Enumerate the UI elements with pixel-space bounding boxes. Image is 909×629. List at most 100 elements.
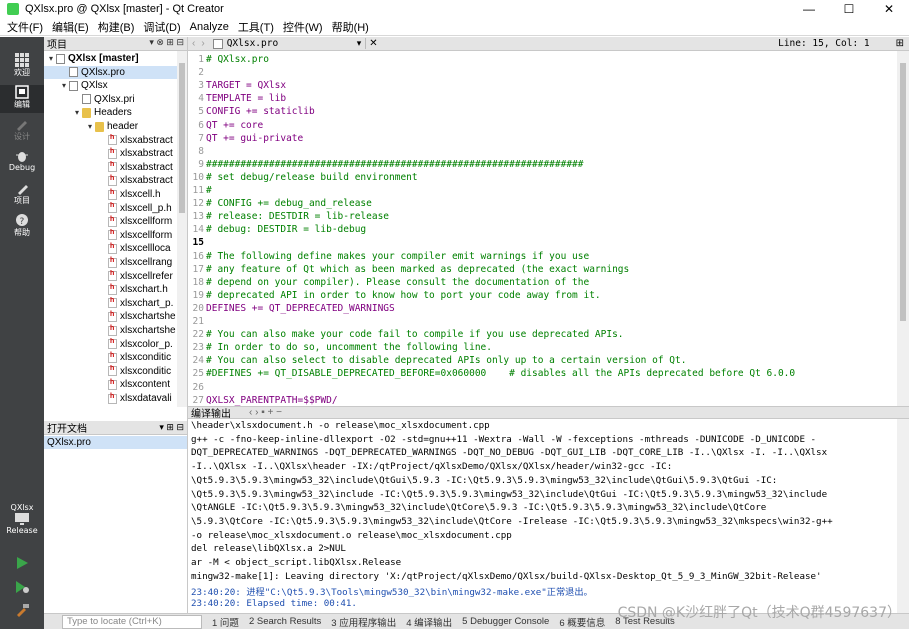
tree-item[interactable]: ▾ QXlsx	[44, 79, 177, 92]
expand-arrow-icon[interactable]: ▾	[59, 81, 69, 90]
tree-item[interactable]: xlsxchartshe	[44, 324, 177, 337]
tree-item-label: xlsxchartshe	[120, 325, 176, 336]
current-file[interactable]: QXlsx.pro	[227, 38, 357, 49]
mode-debug[interactable]: Debug	[0, 149, 44, 177]
tab-application-output[interactable]: 3 应用程序输出	[331, 615, 396, 629]
tree-item[interactable]: xlsxchart.h	[44, 283, 177, 296]
tree-item[interactable]: xlsxabstract	[44, 134, 177, 147]
nav-back-icon[interactable]: ‹	[192, 38, 195, 49]
menu-file[interactable]: 文件(F)	[7, 19, 43, 35]
header-file-icon	[108, 311, 117, 322]
menu-build[interactable]: 构建(B)	[98, 19, 135, 35]
expand-arrow-icon[interactable]: ▾	[85, 122, 95, 131]
panel-controls[interactable]: ▾ ⊗ ⊞ ⊟	[149, 37, 184, 48]
menu-edit[interactable]: 编辑(E)	[52, 19, 89, 35]
header-file-icon	[108, 189, 117, 200]
menu-debug[interactable]: 调试(D)	[143, 19, 180, 35]
line-number: 17	[192, 263, 204, 275]
tree-item[interactable]: xlsxcellform	[44, 215, 177, 228]
output-pane-controls[interactable]: ‹ › ▪ + −	[249, 407, 282, 418]
tree-item[interactable]: xlsxabstract	[44, 161, 177, 174]
menu-help[interactable]: 帮助(H)	[332, 19, 369, 35]
tree-item[interactable]: xlsxcellform	[44, 229, 177, 242]
open-docs-controls[interactable]: ▾ ⊞ ⊟	[159, 422, 184, 433]
tree-item[interactable]: xlsxabstract	[44, 174, 177, 187]
code-line: QT += gui-private	[206, 132, 304, 144]
tree-item[interactable]: ▾ Headers	[44, 106, 177, 119]
tab-compile-output[interactable]: 4 编译输出	[406, 615, 452, 629]
tree-item[interactable]: xlsxcellrang	[44, 256, 177, 269]
line-number: 4	[198, 93, 204, 105]
split-icon[interactable]: ⊞	[896, 38, 904, 49]
code-editor[interactable]: 1 # QXlsx.pro 2 3 TARGET = QXlsx 4 TEMPLATE = …	[188, 51, 897, 406]
output-pane-header: 编译输出 ‹ › ▪ + −	[188, 406, 909, 420]
compile-output[interactable]: \header\xlsxdocument.h -o release\moc_xl…	[188, 419, 897, 613]
tab-search-results[interactable]: 2 Search Results	[249, 616, 321, 627]
tree-item[interactable]: ▾ QXlsx [master]	[44, 52, 177, 65]
code-line: # QXlsx.pro	[206, 54, 269, 65]
line-number: 7	[198, 132, 204, 144]
tree-item[interactable]: xlsxcell.h	[44, 188, 177, 201]
run-button[interactable]	[0, 557, 44, 577]
header-file-icon	[108, 365, 117, 377]
monitor-icon	[15, 513, 29, 525]
tree-item[interactable]: xlsxcontent	[44, 378, 177, 391]
mode-design[interactable]: 设计	[0, 117, 44, 145]
output-line: DQT_DEPRECATED_WARNINGS -DQT_DEPRECATED_…	[191, 447, 828, 459]
tree-item[interactable]: xlsxconditic	[44, 365, 177, 378]
file-dropdown-icon[interactable]: ▾	[357, 38, 362, 49]
tree-item[interactable]: xlsxcellrefer	[44, 270, 177, 283]
tree-item[interactable]: ▾ header	[44, 120, 177, 133]
tree-item[interactable]: QXlsx.pro	[44, 65, 177, 79]
kit-project-label: QXlsx	[10, 503, 34, 512]
tree-item[interactable]: xlsxconditic	[44, 351, 177, 364]
tab-debugger-console[interactable]: 5 Debugger Console	[462, 616, 549, 627]
line-number: 20	[192, 302, 204, 314]
build-button[interactable]	[0, 603, 44, 623]
menu-tools[interactable]: 工具(T)	[238, 19, 274, 35]
line-number: 12	[192, 198, 204, 210]
minimize-button[interactable]: —	[789, 0, 829, 18]
editor-scrollbar[interactable]	[897, 51, 909, 406]
tree-item[interactable]: xlsxdatavali	[44, 392, 177, 405]
tree-item-label: xlsxcellrang	[120, 257, 173, 268]
mode-projects[interactable]: 项目	[0, 181, 44, 209]
close-button[interactable]: ✕	[869, 0, 909, 18]
menu-analyze[interactable]: Analyze	[190, 21, 229, 33]
tree-item[interactable]: xlsxcolor_p.	[44, 338, 177, 351]
tree-scrollbar[interactable]	[177, 51, 187, 407]
nav-forward-icon[interactable]: ›	[201, 38, 204, 49]
close-file-icon[interactable]: ✕	[365, 38, 378, 49]
menu-window[interactable]: 控件(W)	[283, 19, 323, 35]
tree-item-label: Headers	[94, 107, 132, 119]
mode-welcome[interactable]: 欢迎	[0, 53, 44, 81]
debug-run-button[interactable]	[0, 581, 44, 601]
mode-edit[interactable]: 编辑	[0, 85, 44, 113]
file-icon	[212, 38, 223, 49]
grid-icon	[15, 53, 29, 67]
code-line: TARGET = QXlsx	[206, 80, 287, 92]
output-line: 23:40:20: 进程"C:\Qt5.9.3\Tools\mingw530_3…	[191, 587, 593, 599]
kit-selector[interactable]: QXlsx Release	[0, 503, 44, 547]
expand-arrow-icon[interactable]: ▾	[72, 108, 82, 117]
maximize-button[interactable]: ☐	[829, 0, 869, 18]
tab-general-messages[interactable]: 6 概要信息	[559, 615, 605, 629]
project-file-icon	[69, 67, 78, 78]
kit-config-label: Release	[6, 526, 38, 535]
header-file-icon	[108, 161, 117, 173]
tab-issues[interactable]: 1 问题	[212, 615, 239, 629]
mode-help[interactable]: ? 帮助	[0, 213, 44, 241]
mode-design-label: 设计	[14, 132, 30, 141]
line-number: 13	[192, 211, 204, 223]
tree-item[interactable]: xlsxchartshe	[44, 310, 177, 323]
open-document-item[interactable]: QXlsx.pro	[44, 436, 187, 449]
tree-item[interactable]: xlsxcell_p.h	[44, 202, 177, 215]
locator-input[interactable]: Type to locate (Ctrl+K)	[62, 614, 202, 629]
output-scrollbar[interactable]	[897, 419, 909, 613]
tree-item[interactable]: xlsxabstract	[44, 147, 177, 160]
expand-arrow-icon[interactable]: ▾	[46, 54, 56, 63]
svg-text:?: ?	[20, 217, 25, 227]
tree-item[interactable]: xlsxcellloca	[44, 242, 177, 255]
tree-item[interactable]: QXlsx.pri	[44, 93, 177, 106]
tree-item[interactable]: xlsxchart_p.	[44, 297, 177, 310]
